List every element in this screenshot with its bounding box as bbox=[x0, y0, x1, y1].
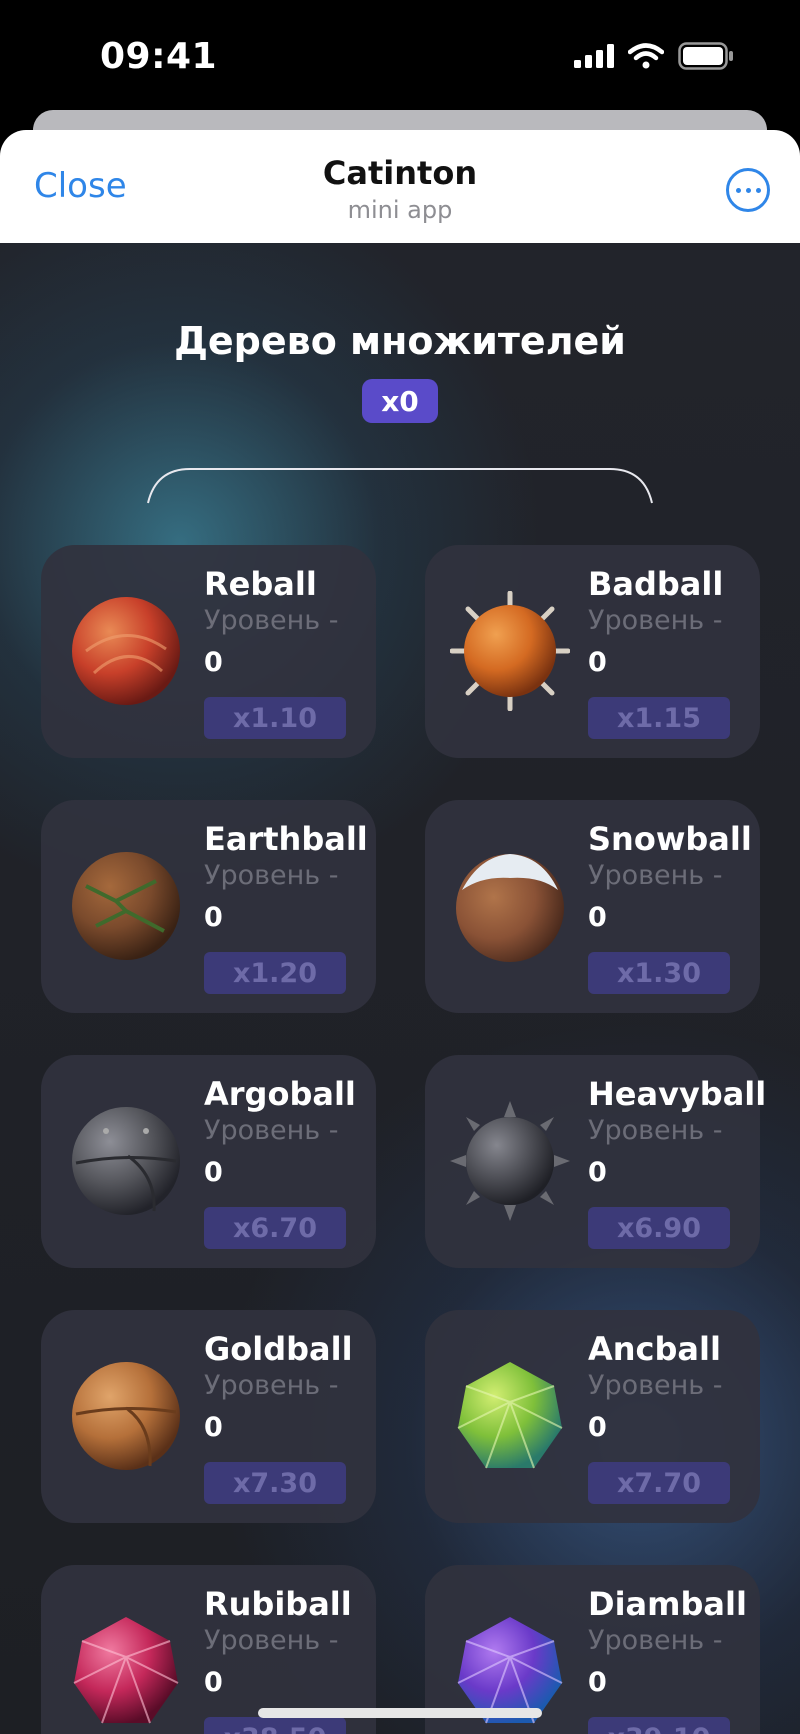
upgrade-multiplier-button[interactable]: x38.50 bbox=[204, 1717, 346, 1734]
status-bar: 09:41 bbox=[0, 0, 800, 110]
level-value: 0 bbox=[204, 1157, 223, 1188]
upgrade-multiplier-button[interactable]: x6.70 bbox=[204, 1207, 346, 1249]
page-title: Дерево множителей bbox=[174, 319, 626, 363]
rubiball-gem-icon bbox=[66, 1611, 186, 1731]
level-label: Уровень - bbox=[588, 605, 723, 636]
level-label: Уровень - bbox=[204, 605, 339, 636]
heavyball-spiked-icon bbox=[450, 1101, 570, 1221]
ball-name: Goldball bbox=[204, 1330, 353, 1368]
level-label: Уровень - bbox=[588, 1625, 723, 1656]
level-label: Уровень - bbox=[588, 860, 723, 891]
upgrade-multiplier-button[interactable]: x1.15 bbox=[588, 697, 730, 739]
ball-name: Rubiball bbox=[204, 1585, 352, 1623]
app-subtitle: mini app bbox=[347, 196, 453, 224]
tree-arc bbox=[147, 468, 653, 504]
mini-app-header: Close Catinton mini app bbox=[0, 130, 800, 243]
upgrade-multiplier-button[interactable]: x6.90 bbox=[588, 1207, 730, 1249]
battery-icon bbox=[678, 42, 733, 70]
ball-card-goldball[interactable]: Goldball Уровень - 0 x7.30 bbox=[41, 1310, 376, 1523]
ball-name: Ancball bbox=[588, 1330, 721, 1368]
wifi-icon bbox=[628, 43, 664, 69]
level-label: Уровень - bbox=[204, 1370, 339, 1401]
level-label: Уровень - bbox=[204, 860, 339, 891]
level-label: Уровень - bbox=[588, 1115, 723, 1146]
app-content: Дерево множителей x0 Reball Уровень - 0 … bbox=[0, 243, 800, 1734]
snowball-icon bbox=[450, 846, 570, 966]
reball-icon bbox=[66, 591, 186, 711]
ball-name: Argoball bbox=[204, 1075, 356, 1113]
upgrade-multiplier-button[interactable]: x1.20 bbox=[204, 952, 346, 994]
earthball-icon bbox=[66, 846, 186, 966]
level-value: 0 bbox=[204, 647, 223, 678]
ball-name: Snowball bbox=[588, 820, 752, 858]
ball-card-heavyball[interactable]: Heavyball Уровень - 0 x6.90 bbox=[425, 1055, 766, 1268]
level-label: Уровень - bbox=[588, 1370, 723, 1401]
ball-name: Heavyball bbox=[588, 1075, 767, 1113]
more-options-icon[interactable] bbox=[726, 168, 770, 212]
ball-name: Reball bbox=[204, 565, 317, 603]
ball-card-earthball[interactable]: Earthball Уровень - 0 x1.20 bbox=[41, 800, 376, 1013]
home-indicator[interactable] bbox=[258, 1708, 542, 1718]
ball-card-badball[interactable]: Badball Уровень - 0 x1.15 bbox=[425, 545, 760, 758]
level-value: 0 bbox=[588, 1412, 607, 1443]
upgrade-multiplier-button[interactable]: x7.30 bbox=[204, 1462, 346, 1504]
level-value: 0 bbox=[204, 1412, 223, 1443]
ball-name: Earthball bbox=[204, 820, 368, 858]
upgrade-multiplier-button[interactable]: x1.30 bbox=[588, 952, 730, 994]
level-label: Уровень - bbox=[204, 1115, 339, 1146]
goldball-icon bbox=[66, 1356, 186, 1476]
argoball-icon bbox=[66, 1101, 186, 1221]
level-value: 0 bbox=[588, 902, 607, 933]
multiplier-badge: x0 bbox=[362, 379, 438, 423]
level-value: 0 bbox=[204, 902, 223, 933]
ball-card-argoball[interactable]: Argoball Уровень - 0 x6.70 bbox=[41, 1055, 376, 1268]
badball-spiked-icon bbox=[450, 591, 570, 711]
level-value: 0 bbox=[588, 1157, 607, 1188]
status-time: 09:41 bbox=[100, 36, 218, 77]
upgrade-multiplier-button[interactable]: x7.70 bbox=[588, 1462, 730, 1504]
upgrade-multiplier-button[interactable]: x1.10 bbox=[204, 697, 346, 739]
ball-card-reball[interactable]: Reball Уровень - 0 x1.10 bbox=[41, 545, 376, 758]
ball-card-ancball[interactable]: Ancball Уровень - 0 x7.70 bbox=[425, 1310, 760, 1523]
ball-card-snowball[interactable]: Snowball Уровень - 0 x1.30 bbox=[425, 800, 760, 1013]
signal-icon bbox=[574, 44, 614, 68]
level-label: Уровень - bbox=[204, 1625, 339, 1656]
status-icons bbox=[574, 42, 734, 70]
ancball-gem-icon bbox=[450, 1356, 570, 1476]
level-value: 0 bbox=[204, 1667, 223, 1698]
ball-name: Diamball bbox=[588, 1585, 747, 1623]
ball-name: Badball bbox=[588, 565, 724, 603]
upgrade-multiplier-button[interactable]: x39.10 bbox=[588, 1717, 730, 1734]
level-value: 0 bbox=[588, 647, 607, 678]
level-value: 0 bbox=[588, 1667, 607, 1698]
app-title: Catinton bbox=[322, 154, 478, 192]
